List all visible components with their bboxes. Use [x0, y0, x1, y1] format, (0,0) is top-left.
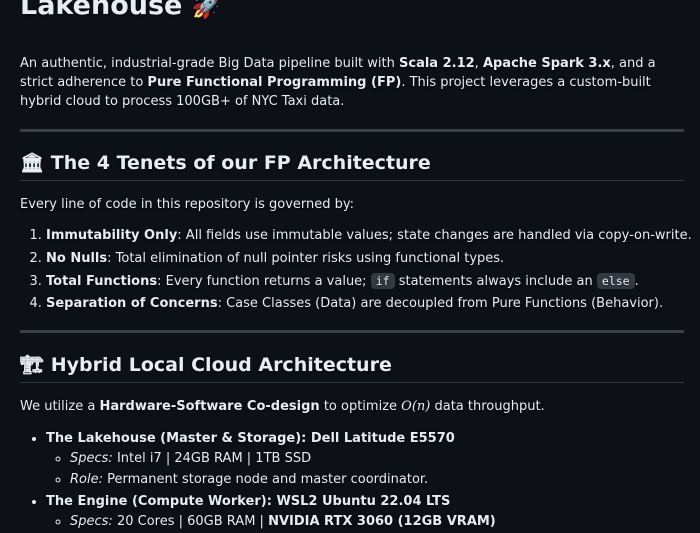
- cloud-heading: 🏗 Hybrid Local Cloud Architecture: [20, 352, 392, 378]
- list-item: No Nulls: Total elimination of null poin…: [46, 249, 700, 272]
- intro-bold-spark: Apache Spark 3.x: [482, 56, 611, 71]
- tenet-text: .: [634, 274, 639, 289]
- specs-text: Intel i7 | 24GB RAM | 1TB SSD: [112, 451, 312, 466]
- cloud-lead: We utilize a Hardware-Software Co-design…: [20, 397, 545, 417]
- tenets-lead: Every line of code in this repository is…: [20, 197, 355, 212]
- readme-document: Lakehouse 🚀 An authentic, industrial-gra…: [0, 0, 700, 529]
- list-item: The Engine (Compute Worker): WSL2 Ubuntu…: [46, 492, 496, 533]
- tenet-title: Total Functions: [46, 274, 158, 289]
- cloud-heading-text: Hybrid Local Cloud Architecture: [50, 354, 392, 376]
- tenet-title: Separation of Concerns: [46, 295, 218, 311]
- intro-text: ,: [474, 56, 483, 71]
- list-item: Immutability Only: All fields use immuta…: [46, 226, 700, 249]
- list-item: Role: Permanent storage node and master …: [70, 470, 496, 491]
- intro-text: An authentic, industrial-grade Big Data …: [20, 56, 399, 71]
- cloud-lead-text: data throughput.: [430, 399, 545, 414]
- rocket-icon: 🚀: [191, 0, 222, 20]
- big-o-math: O(n): [401, 399, 431, 414]
- specs-label: Specs:: [70, 451, 113, 466]
- list-item: Specs: 20 Cores | 60GB RAM | NVIDIA RTX …: [70, 512, 496, 533]
- inline-code-if: if: [370, 273, 395, 289]
- heading-underline: [20, 382, 684, 383]
- tenet-text: : Total elimination of null pointer risk…: [107, 250, 505, 266]
- cloud-lead-bold: Hardware-Software Co-design: [99, 399, 320, 414]
- tenet-text: statements always include an: [394, 274, 597, 289]
- tenet-title: Immutability Only: [46, 228, 178, 243]
- list-item: Total Functions: Every function returns …: [46, 271, 700, 294]
- cloud-lead-text: We utilize a: [20, 399, 100, 414]
- list-item: Specs: Intel i7 | 24GB RAM | 1TB SSD: [70, 449, 496, 470]
- tenets-heading: 🏛 The 4 Tenets of our FP Architecture: [20, 150, 431, 176]
- node-details: Specs: Intel i7 | 24GB RAM | 1TB SSD Rol…: [46, 449, 496, 490]
- tenet-title: No Nulls: [46, 250, 108, 266]
- list-item: The Lakehouse (Master & Storage): Dell L…: [46, 429, 496, 490]
- tenet-text: : Case Classes (Data) are decoupled from…: [217, 295, 664, 311]
- tenets-heading-text: The 4 Tenets of our FP Architecture: [50, 152, 431, 174]
- specs-label: Specs:: [70, 514, 113, 529]
- cloud-lead-text: to optimize: [319, 399, 402, 414]
- inline-code-else: else: [596, 273, 635, 289]
- role-label: Role:: [70, 471, 103, 487]
- page-title-text: Lakehouse: [20, 0, 183, 21]
- page-title: Lakehouse 🚀: [20, 0, 222, 26]
- node-name: The Engine (Compute Worker): WSL2 Ubuntu…: [46, 494, 451, 509]
- node-name: The Lakehouse (Master & Storage): Dell L…: [46, 431, 455, 446]
- hardware-list: The Lakehouse (Master & Storage): Dell L…: [20, 429, 496, 533]
- heading-underline: [20, 180, 684, 181]
- role-text: Permanent storage node and master coordi…: [102, 471, 429, 487]
- horizontal-rule: [20, 129, 684, 132]
- classical-building-icon: 🏛: [20, 152, 45, 174]
- specs-text: 20 Cores | 60GB RAM |: [112, 514, 269, 529]
- intro-bold-fp: Pure Functional Programming (FP): [147, 75, 402, 90]
- tenet-text: : All fields use immutable values; state…: [177, 228, 692, 243]
- tenets-list: Immutability Only: All fields use immuta…: [20, 226, 700, 316]
- gpu-spec: NVIDIA RTX 3060 (12GB VRAM): [268, 514, 496, 529]
- intro-paragraph: An authentic, industrial-grade Big Data …: [20, 54, 690, 111]
- horizontal-rule: [20, 330, 684, 333]
- list-item: Separation of Concerns: Case Classes (Da…: [46, 294, 700, 317]
- tenet-text: : Every function returns a value;: [157, 274, 371, 289]
- intro-bold-scala: Scala 2.12: [399, 56, 475, 71]
- construction-crane-icon: 🏗: [20, 354, 45, 376]
- node-details: Specs: 20 Cores | 60GB RAM | NVIDIA RTX …: [46, 512, 496, 533]
